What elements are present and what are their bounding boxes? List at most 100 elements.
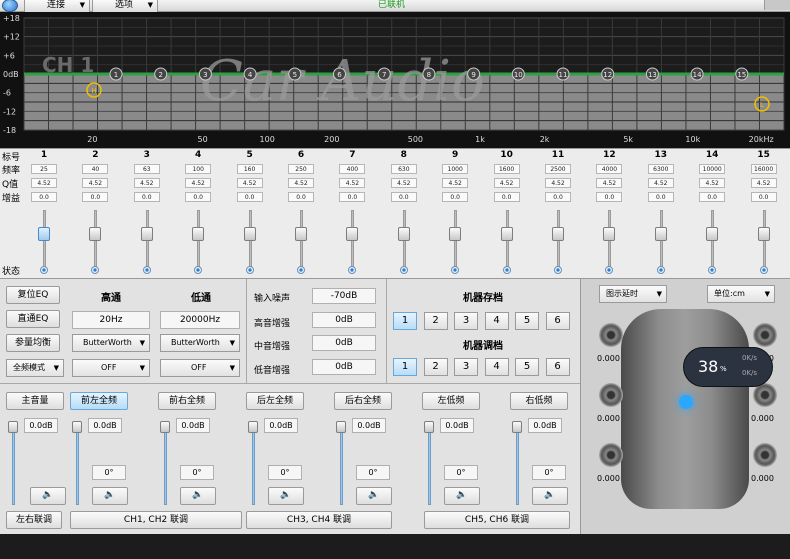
volume-slider[interactable]	[8, 421, 18, 433]
band-state-radio[interactable]	[451, 266, 460, 274]
lowpass-type-select[interactable]: ButterWorth ▼	[160, 334, 240, 352]
volume-track[interactable]	[340, 429, 343, 505]
listener-position-icon[interactable]	[679, 395, 693, 409]
phase-value[interactable]: 0°	[180, 465, 214, 480]
options-menu[interactable]: 选项 ▼	[92, 0, 158, 12]
band-gain-slider[interactable]	[346, 227, 359, 241]
band-gain-slider[interactable]	[397, 227, 410, 241]
link-ch12-button[interactable]: CH1, CH2 联调	[70, 511, 242, 529]
eq-graph[interactable]: +18 +12 +6 0dB -6 -12 -18 20 50 100 200 500 1k 2k 5k 10…	[0, 12, 790, 148]
unit-select[interactable]: 单位:cm ▼	[707, 285, 775, 303]
band-freq-field[interactable]: 16000	[750, 164, 777, 174]
band-gain-field[interactable]: 0.0	[236, 192, 263, 202]
band-q-field[interactable]: 4.52	[545, 178, 571, 188]
mute-button[interactable]: 🔈	[268, 487, 304, 505]
volume-slider[interactable]	[424, 421, 434, 433]
volume-track[interactable]	[428, 429, 431, 505]
phase-value[interactable]: 0°	[92, 465, 126, 480]
lowpass-freq-field[interactable]: 20000Hz	[160, 311, 240, 329]
mixer-channel-button[interactable]: 主音量	[6, 392, 64, 410]
speaker-5-icon[interactable]	[599, 443, 623, 467]
treble-field[interactable]: 0dB	[312, 312, 376, 328]
band-gain-field[interactable]: 0.0	[288, 192, 314, 202]
link-lr-button[interactable]: 左右联调	[6, 511, 62, 529]
input-noise-field[interactable]: -70dB	[312, 288, 376, 304]
volume-slider[interactable]	[248, 421, 258, 433]
band-gain-slider[interactable]	[38, 227, 50, 241]
band-gain-slider[interactable]	[89, 227, 102, 241]
bass-field[interactable]: 0dB	[312, 359, 376, 375]
volume-slider[interactable]	[72, 421, 82, 433]
mute-button[interactable]: 🔈	[92, 487, 128, 505]
band-gain-slider[interactable]	[243, 227, 256, 241]
volume-track[interactable]	[164, 429, 167, 505]
band-state-radio[interactable]	[502, 266, 511, 274]
delay-mode-select[interactable]: 图示延时 ▼	[599, 285, 667, 303]
store-preset-button-3[interactable]: 3	[454, 312, 478, 330]
band-gain-slider[interactable]	[140, 227, 153, 241]
band-gain-slider[interactable]	[295, 227, 307, 241]
band-freq-field[interactable]: 6300	[647, 164, 674, 174]
load-preset-button-6[interactable]: 6	[545, 358, 570, 376]
band-state-radio[interactable]	[554, 266, 562, 274]
store-preset-button-5[interactable]: 5	[515, 312, 539, 330]
band-gain-field[interactable]: 0.0	[493, 192, 520, 202]
store-preset-button-2[interactable]: 2	[423, 312, 448, 330]
band-state-radio[interactable]	[656, 266, 665, 274]
mixer-channel-button[interactable]: 左低频	[422, 392, 480, 410]
load-preset-button-5[interactable]: 5	[515, 358, 539, 376]
mute-button[interactable]: 🔈	[30, 487, 66, 505]
band-gain-field[interactable]: 0.0	[647, 192, 674, 202]
volume-track[interactable]	[516, 429, 519, 505]
band-freq-field[interactable]: 10000	[699, 164, 726, 174]
phase-value[interactable]: 0°	[444, 465, 478, 480]
volume-track[interactable]	[252, 429, 255, 505]
mute-button[interactable]: 🔈	[356, 487, 392, 505]
band-freq-field[interactable]: 160	[236, 164, 263, 174]
band-freq-field[interactable]: 40	[82, 164, 109, 174]
band-freq-field[interactable]: 1600	[493, 164, 520, 174]
speaker-1-icon[interactable]	[599, 323, 623, 347]
band-freq-field[interactable]: 400	[339, 164, 366, 174]
load-preset-button-3[interactable]: 3	[454, 358, 478, 376]
volume-slider[interactable]	[512, 421, 522, 433]
mixer-channel-button[interactable]: 后右全频	[334, 392, 392, 410]
store-preset-button-1[interactable]: 1	[393, 312, 417, 330]
lowpass-slope-select[interactable]: OFF ▼	[160, 359, 240, 377]
volume-value[interactable]: 0.0dB	[440, 418, 474, 433]
window-controls[interactable]	[764, 0, 790, 10]
volume-value[interactable]: 0.0dB	[24, 418, 58, 433]
band-q-field[interactable]: 4.52	[339, 178, 366, 188]
app-logo-icon[interactable]	[2, 0, 18, 12]
band-gain-field[interactable]: 0.0	[750, 192, 777, 202]
band-state-radio[interactable]	[708, 266, 717, 274]
reset-eq-button[interactable]: 复位EQ	[6, 286, 60, 304]
link-ch34-button[interactable]: CH3, CH4 联调	[246, 511, 392, 529]
band-gain-slider[interactable]	[192, 227, 205, 241]
full-mode-select[interactable]: 全频模式 ▼	[6, 359, 64, 377]
band-q-field[interactable]: 4.52	[750, 178, 777, 188]
volume-value[interactable]: 0.0dB	[352, 418, 386, 433]
band-gain-field[interactable]: 0.0	[339, 192, 366, 202]
phase-value[interactable]: 0°	[532, 465, 566, 480]
band-gain-field[interactable]: 0.0	[185, 192, 212, 202]
band-state-radio[interactable]	[399, 266, 408, 274]
band-gain-field[interactable]: 0.0	[442, 192, 469, 202]
band-gain-slider[interactable]	[757, 227, 770, 241]
highpass-type-select[interactable]: ButterWorth ▼	[72, 334, 150, 352]
flat-eq-button[interactable]: 直通EQ	[6, 310, 60, 328]
band-gain-field[interactable]: 0.0	[699, 192, 726, 202]
mid-field[interactable]: 0dB	[312, 335, 376, 351]
store-preset-button-4[interactable]: 4	[484, 312, 509, 330]
load-preset-button-1[interactable]: 1	[393, 358, 417, 376]
store-preset-button-6[interactable]: 6	[545, 312, 570, 330]
band-state-radio[interactable]	[245, 266, 254, 274]
band-state-radio[interactable]	[348, 266, 357, 274]
phase-value[interactable]: 0°	[356, 465, 390, 480]
volume-slider[interactable]	[160, 421, 170, 433]
connect-menu[interactable]: 连接 ▼	[24, 0, 90, 12]
mixer-channel-button[interactable]: 前左全频	[70, 392, 128, 410]
volume-value[interactable]: 0.0dB	[88, 418, 122, 433]
band-gain-field[interactable]: 0.0	[31, 192, 57, 202]
volume-value[interactable]: 0.0dB	[264, 418, 298, 433]
